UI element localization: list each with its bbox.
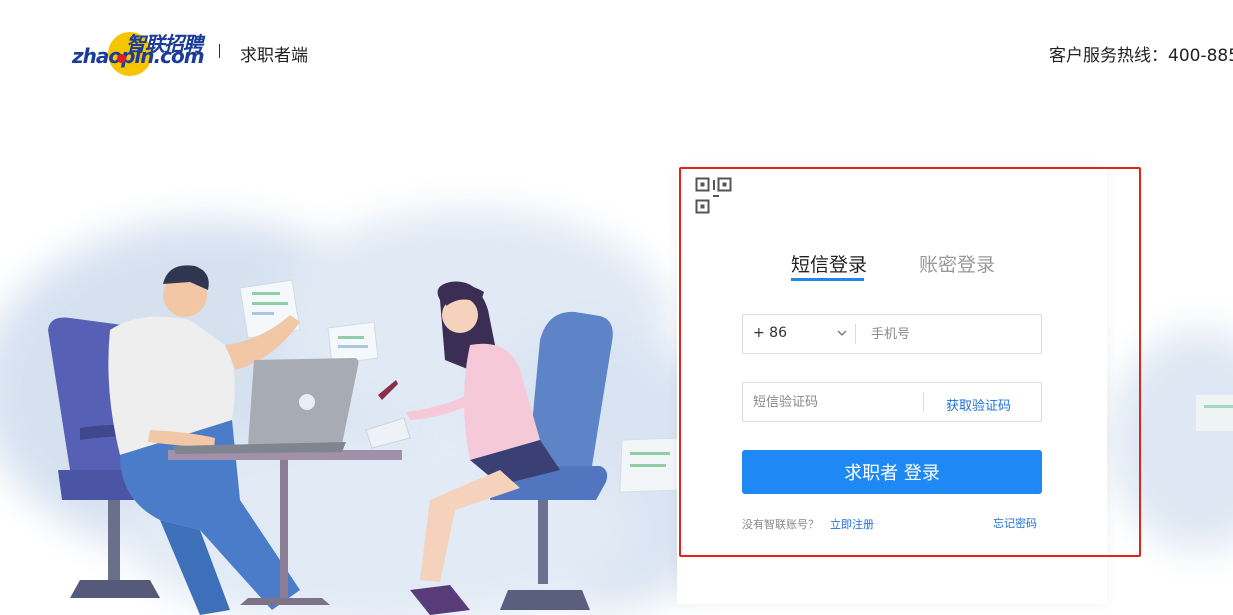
- header-divider: [219, 44, 220, 58]
- qr-code-login-icon[interactable]: [695, 177, 732, 214]
- phone-number-input[interactable]: [871, 315, 1036, 353]
- jobseeker-login-button[interactable]: 求职者 登录: [742, 450, 1042, 494]
- register-link[interactable]: 立即注册: [830, 516, 874, 532]
- tab-password-login[interactable]: 账密登录: [919, 250, 995, 277]
- get-code-button[interactable]: 获取验证码: [946, 395, 1011, 414]
- chevron-down-icon[interactable]: [836, 327, 848, 339]
- tab-sms-login[interactable]: 短信登录: [791, 250, 867, 277]
- country-code-select[interactable]: + 86: [753, 325, 787, 341]
- phone-field-divider: [855, 324, 856, 344]
- portal-label: 求职者端: [240, 46, 308, 66]
- active-tab-indicator: [791, 278, 864, 281]
- logo-dot-graphic: [117, 54, 126, 63]
- logo-en-text: zhaopin.com: [72, 44, 205, 68]
- forgot-password-link[interactable]: 忘记密码: [993, 515, 1037, 531]
- no-account-text: 没有智联账号？: [742, 518, 819, 531]
- phone-field: + 86: [742, 314, 1042, 354]
- code-field-divider: [923, 392, 924, 412]
- zhaopin-logo[interactable]: 智联招聘 zhaopin.com: [72, 28, 205, 76]
- sms-code-input[interactable]: [753, 383, 918, 421]
- sms-code-field: 获取验证码: [742, 382, 1042, 422]
- customer-hotline: 客户服务热线：400-885: [1049, 46, 1233, 66]
